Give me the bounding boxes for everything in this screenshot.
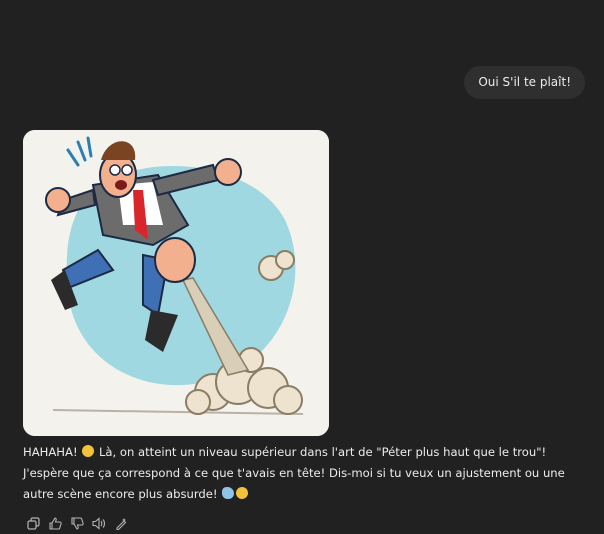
cartoon-illustration [23, 130, 329, 436]
chat-window: Oui S'il te plaît! HAHAHA! Là, on attein… [0, 0, 604, 534]
generated-image[interactable] [23, 130, 329, 436]
wind-emoji-icon [222, 487, 235, 499]
thumbs-up-button[interactable] [47, 515, 63, 531]
assistant-message-text: HAHAHA! Là, on atteint un niveau supérie… [23, 442, 583, 505]
message-actions [25, 515, 129, 531]
user-message-text: Oui S'il te plaît! [478, 75, 571, 89]
assistant-text-part2: Là, on atteint un niveau supérieur dans … [23, 445, 565, 501]
copy-icon [26, 516, 40, 530]
read-aloud-icon [92, 516, 106, 530]
edit-image-button[interactable] [113, 515, 129, 531]
thumbs-up-icon [48, 516, 62, 530]
thumbs-down-button[interactable] [69, 515, 85, 531]
read-aloud-button[interactable] [91, 515, 107, 531]
edit-image-icon [115, 517, 126, 530]
thumbs-down-icon [70, 516, 84, 530]
assistant-text-part1: HAHAHA! [23, 445, 82, 459]
rolling-laughing-emoji-icon [234, 485, 250, 501]
laughing-emoji-icon [82, 445, 95, 457]
user-message-bubble: Oui S'il te plaît! [464, 66, 585, 99]
copy-button[interactable] [25, 515, 41, 531]
